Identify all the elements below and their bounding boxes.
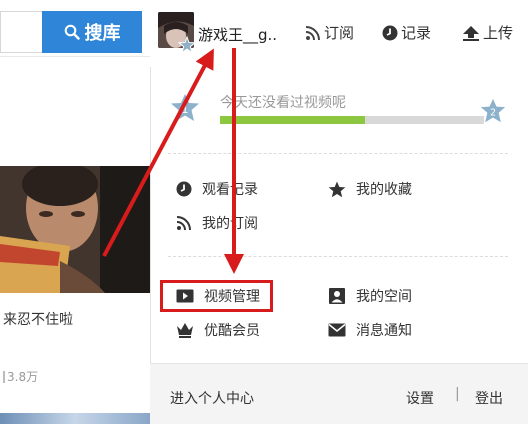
nav-subscriptions-label: 订阅	[324, 24, 355, 42]
view-count: 3.8万	[3, 368, 38, 385]
divider	[0, 56, 150, 57]
level-progress-message: 今天还没看过视频呢	[220, 95, 346, 111]
search-input[interactable]	[0, 11, 42, 53]
menu-watch-history-label: 观看记录	[202, 182, 258, 198]
views-icon	[3, 370, 5, 383]
search-button[interactable]: 搜库	[42, 11, 142, 53]
video-thumbnail[interactable]	[0, 166, 150, 293]
menu-subscriptions[interactable]: 我的订阅	[176, 213, 258, 233]
menu-subscriptions-label: 我的订阅	[202, 216, 258, 232]
menu-vip[interactable]: 优酷会员	[176, 320, 260, 340]
menu-notifications[interactable]: 消息通知	[328, 320, 412, 340]
nav-upload[interactable]: 上传	[462, 22, 513, 43]
current-level-badge: 1	[171, 94, 199, 121]
divider	[168, 153, 508, 154]
envelope-icon	[328, 323, 346, 337]
personal-center-link[interactable]: 进入个人中心	[170, 388, 254, 408]
menu-my-space[interactable]: 我的空间	[328, 286, 412, 306]
menu-watch-history[interactable]: 观看记录	[176, 179, 258, 199]
menu-vip-label: 优酷会员	[204, 323, 260, 339]
clock-icon	[176, 181, 192, 197]
divider	[168, 256, 508, 257]
menu-notifications-label: 消息通知	[356, 323, 412, 339]
nav-history[interactable]: 记录	[382, 22, 431, 43]
menu-favorites-label: 我的收藏	[356, 182, 412, 198]
level-star-icon	[178, 36, 196, 54]
view-count-value: 3.8万	[7, 370, 39, 384]
settings-link[interactable]: 设置	[406, 388, 434, 408]
current-level-number: 1	[182, 103, 189, 116]
search-icon	[64, 24, 80, 40]
rss-icon	[176, 216, 191, 231]
clock-icon	[382, 25, 398, 40]
nav-upload-label: 上传	[483, 24, 514, 42]
logout-link[interactable]: 登出	[475, 388, 503, 408]
rss-icon	[305, 25, 320, 40]
level-progress-bar	[220, 116, 484, 124]
menu-favorites[interactable]: 我的收藏	[328, 179, 412, 199]
nav-subscriptions[interactable]: 订阅	[305, 22, 354, 43]
username[interactable]: 游戏王__g..	[198, 24, 277, 45]
search-button-label: 搜库	[84, 23, 121, 44]
footer-separator: |	[455, 386, 460, 402]
star-icon	[328, 181, 346, 197]
next-level-number: 2	[490, 107, 496, 118]
menu-my-space-label: 我的空间	[356, 289, 412, 305]
profile-card-icon	[329, 288, 345, 304]
nav-history-label: 记录	[401, 24, 432, 42]
crown-icon	[177, 323, 193, 338]
upload-icon	[463, 25, 479, 41]
video-thumbnail[interactable]	[0, 413, 150, 424]
next-level-badge: 2	[480, 98, 506, 123]
level-progress-fill	[220, 116, 366, 124]
annotation-highlight-box	[160, 280, 273, 312]
video-title[interactable]: 来忍不住啦	[3, 309, 73, 329]
